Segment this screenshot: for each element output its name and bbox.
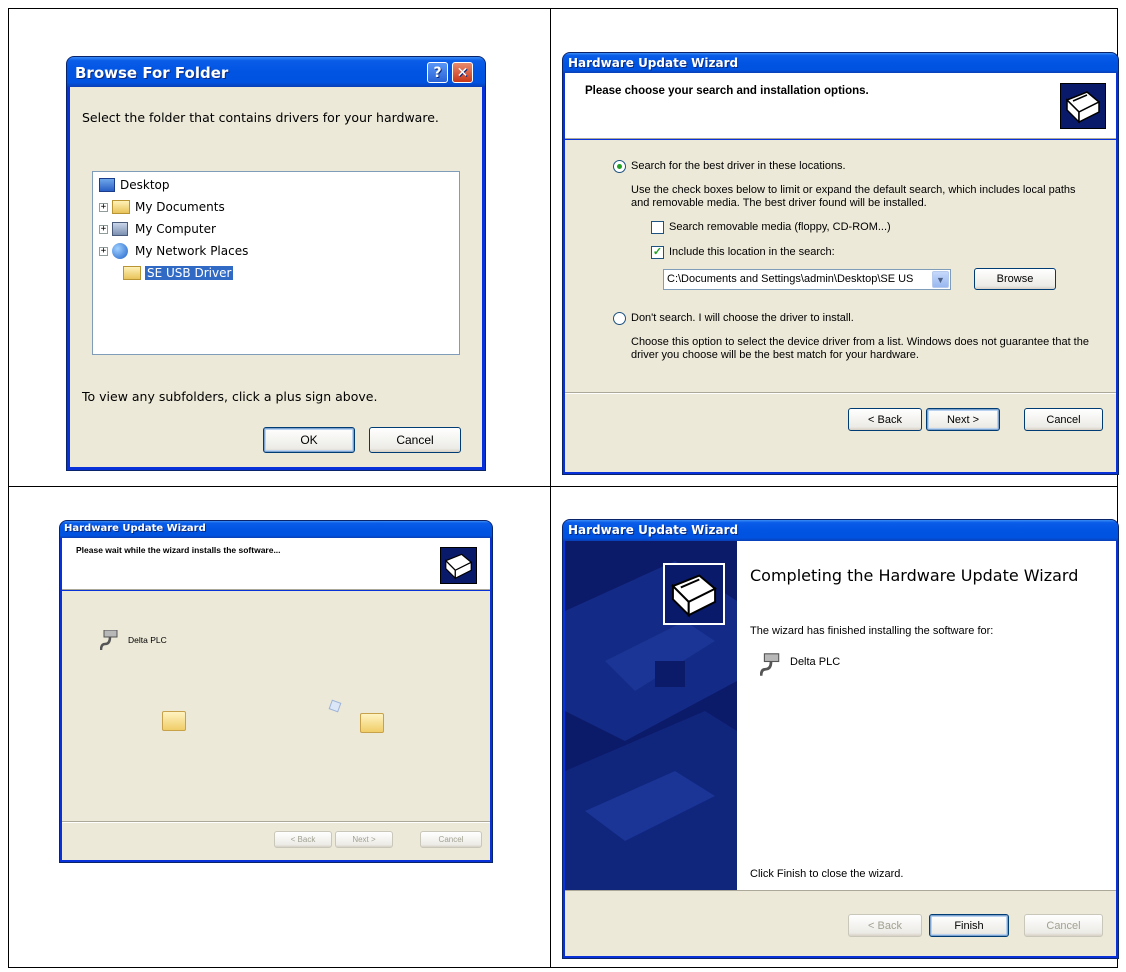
tree-item-my-network-places[interactable]: + My Network Places [99,242,248,260]
tree-item-my-documents[interactable]: + My Documents [99,198,225,216]
completing-title: Hardware Update Wizard [568,523,739,537]
installing-client: Delta PLC < Back Next > Cancel [62,591,490,860]
search-heading: Please choose your search and installati… [585,85,869,97]
hardware-icon [1060,83,1106,129]
dont-description: Choose this option to select the device … [631,336,1089,361]
expand-icon[interactable]: + [99,246,108,256]
destination-folder-icon [360,713,384,733]
hardware-icon [440,547,477,584]
location-value[interactable]: C:\Documents and Settings\admin\Desktop\… [667,273,913,285]
expand-icon[interactable]: + [99,224,108,234]
help-icon[interactable]: ? [427,62,448,83]
installing-heading: Please wait while the wizard installs th… [76,545,281,555]
search-client: Search for the best driver in these loca… [565,140,1116,472]
watermark-panel [565,541,737,890]
hardware-icon [663,563,725,625]
search-title: Hardware Update Wizard [568,56,739,70]
footer-divider [565,392,1116,394]
expand-icon[interactable]: + [99,202,108,212]
back-button[interactable]: < Back [848,914,922,937]
browse-button[interactable]: Browse [974,268,1056,290]
completing-title-bar: Hardware Update Wizard [563,520,1118,541]
serial-port-icon [99,629,120,654]
source-folder-icon [162,711,186,731]
radio-dont-search[interactable] [613,312,626,325]
completing-body: Completing the Hardware Update Wizard Th… [565,541,1116,890]
radio-dont-label: Don't search. I will choose the driver t… [631,312,854,324]
folder-tree[interactable]: Desktop + My Documents + My Computer + M… [92,171,460,355]
completing-device: Delta PLC [790,656,841,668]
installing-device: Delta PLC [128,635,167,645]
back-button[interactable]: < Back [848,408,922,431]
tree-item-label: Desktop [120,178,170,192]
tree-item-label: My Computer [135,222,216,236]
network-icon [112,243,128,259]
checkbox-removable-media[interactable] [651,221,664,234]
checkbox-include-location[interactable]: ✓ [651,246,664,259]
completing-wizard: Hardware Update Wizard Completing the Ha… [563,520,1118,958]
completing-footer: < Back Finish Cancel [565,890,1116,956]
desktop-icon [99,178,115,192]
browse-folder-dialog: Browse For Folder ? ✕ Select the folder … [67,57,485,470]
tree-item-se-usb-driver[interactable]: SE USB Driver [123,264,234,282]
cancel-button[interactable]: Cancel [369,427,461,453]
search-title-bar: Hardware Update Wizard [563,53,1118,73]
finish-button[interactable]: Finish [929,914,1009,937]
tree-item-desktop[interactable]: Desktop [99,176,170,194]
search-header: Please choose your search and installati… [565,73,1116,139]
checkbox-location-label: Include this location in the search: [669,246,835,258]
checkbox-removable-label: Search removable media (floppy, CD-ROM..… [669,221,891,233]
radio-search-best[interactable] [613,160,626,173]
footer-divider [62,821,490,823]
grid-divider-vertical [550,9,551,967]
search-description: Use the check boxes below to limit or ex… [631,184,1076,209]
browse-hint: To view any subfolders, click a plus sig… [82,389,378,404]
location-combobox[interactable]: C:\Documents and Settings\admin\Desktop\… [663,269,951,290]
serial-port-icon [759,653,782,681]
tree-item-label: SE USB Driver [145,266,234,280]
radio-search-label: Search for the best driver in these loca… [631,160,846,172]
next-button[interactable]: Next > [926,408,1000,431]
installing-wizard: Hardware Update Wizard Please wait while… [60,521,492,862]
cancel-button[interactable]: Cancel [420,831,482,848]
finished-text: The wizard has finished installing the s… [750,625,994,637]
search-options-wizard: Hardware Update Wizard Please choose you… [563,53,1118,474]
cancel-button[interactable]: Cancel [1024,408,1103,431]
chevron-down-icon[interactable]: ▼ [932,271,949,288]
file-icon [328,699,342,713]
next-button[interactable]: Next > [335,831,393,848]
browse-title: Browse For Folder [75,64,229,82]
completing-heading: Completing the Hardware Update Wizard [750,566,1079,585]
installing-title: Hardware Update Wizard [64,523,206,534]
tree-item-label: My Documents [135,200,225,214]
tree-item-label: My Network Places [135,244,249,258]
close-icon[interactable]: ✕ [452,62,473,83]
tree-item-my-computer[interactable]: + My Computer [99,220,216,238]
folder-icon [112,200,130,214]
installing-header: Please wait while the wizard installs th… [62,538,490,590]
folder-open-icon [123,266,141,280]
grid-divider-horizontal [9,486,1117,487]
installing-title-bar: Hardware Update Wizard [60,521,492,538]
browse-instruction: Select the folder that contains drivers … [82,110,439,125]
computer-icon [112,222,128,236]
back-button[interactable]: < Back [274,831,332,848]
close-hint: Click Finish to close the wizard. [750,868,904,880]
browse-title-bar: Browse For Folder ? ✕ [67,57,485,87]
browse-client: Select the folder that contains drivers … [70,87,482,467]
cancel-button[interactable]: Cancel [1024,914,1103,937]
ok-button[interactable]: OK [263,427,355,453]
